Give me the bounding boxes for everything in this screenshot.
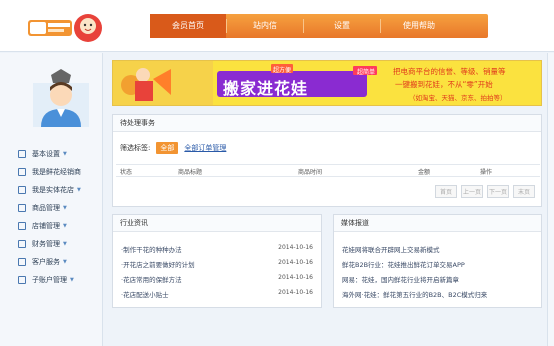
chat-icon — [18, 168, 26, 176]
news-item[interactable]: ·开花店之前要做好的计划 — [121, 259, 195, 270]
sidebar-item-sub-accounts[interactable]: 子账户管理 ▼ — [18, 271, 102, 289]
sidebar-item-finance-management[interactable]: 财务管理 ▼ — [18, 235, 102, 253]
banner-text-line3: （如淘宝、天猫、京东、拍拍等） — [409, 94, 507, 102]
sidebar-item-product-management[interactable]: 商品管理 ▼ — [18, 199, 102, 217]
col-product-time: 商品时间 — [298, 169, 323, 176]
media-item[interactable]: 网易：花娃，国内鲜花行业将开启新篇章 — [342, 274, 459, 285]
nav-settings[interactable]: 设置 — [304, 14, 380, 38]
col-actions: 操作 — [480, 169, 493, 176]
media-item[interactable]: 鲜花B2B行业：花娃推出鲜花订单交易APP — [342, 259, 465, 270]
sidebar-item-physical-store[interactable]: 我是实体花店 ▼ — [18, 181, 102, 199]
news-item-text: ·制作干花的种种办法 — [121, 246, 182, 254]
todo-filter: 筛选标签: 全部 全部订单管理 — [120, 142, 226, 154]
sidebar-item-label: 客户服务 — [32, 258, 60, 266]
pager-next-button[interactable]: 下一页 — [487, 185, 509, 198]
chevron-down-icon: ▼ — [63, 259, 67, 265]
todo-title: 待处理事务 — [113, 115, 541, 132]
chevron-down-icon: ▼ — [63, 241, 67, 247]
sidebar-item-store-management[interactable]: 店铺管理 ▼ — [18, 217, 102, 235]
sidebar-item-label: 基本设置 — [32, 150, 60, 158]
sidebar-item-label: 子账户管理 — [32, 276, 67, 284]
news-item-date: 2014-10-16 — [278, 244, 313, 251]
media-reports-panel: 媒体报道 花娃网将联合开辟网上交易新模式 鲜花B2B行业：花娃推出鲜花订单交易A… — [333, 214, 542, 308]
sidebar-item-flower-dealer[interactable]: 我是鲜花经销商 — [18, 163, 102, 181]
media-item-text: 鲜花B2B行业：花娃推出鲜花订单交易APP — [342, 261, 465, 269]
right-panel-edge — [547, 53, 554, 346]
media-item-text: 花娃网将联合开辟网上交易新模式 — [342, 246, 440, 254]
sidebar-item-label: 财务管理 — [32, 240, 60, 248]
chevron-down-icon: ▼ — [63, 151, 67, 157]
news-item[interactable]: ·制作干花的种种办法 — [121, 244, 182, 255]
user-avatar[interactable] — [33, 69, 89, 127]
sidebar-menu: 基本设置 ▼ 我是鲜花经销商 我是实体花店 ▼ 商品管理 ▼ 店铺管理 ▼ 财务管理 ▼ … — [18, 145, 102, 289]
pager-prev-button[interactable]: 上一页 — [461, 185, 483, 198]
banner-slogan: 搬家进花娃 — [223, 79, 309, 98]
news-item[interactable]: ·花店常用的保鲜方法 — [121, 274, 182, 285]
customer-icon — [18, 258, 26, 266]
sidebar: 基本设置 ▼ 我是鲜花经销商 我是实体花店 ▼ 商品管理 ▼ 店铺管理 ▼ 财务管理 ▼ … — [0, 53, 103, 346]
media-title: 媒体报道 — [334, 215, 541, 232]
chevron-down-icon: ▼ — [70, 277, 74, 283]
filter-label: 筛选标签: — [120, 144, 151, 152]
col-amount: 金额 — [418, 169, 431, 176]
top-bar: 会员首页 站内信 设置 使用帮助 — [0, 0, 554, 52]
news-title: 行业资讯 — [113, 215, 321, 232]
all-orders-link[interactable]: 全部订单管理 — [184, 143, 226, 153]
nav-messages[interactable]: 站内信 — [227, 14, 303, 38]
news-item-date: 2014-10-16 — [278, 274, 313, 281]
col-status: 状态 — [120, 169, 133, 176]
todo-panel: 待处理事务 筛选标签: 全部 全部订单管理 状态 商品标题 商品时间 金额 操作… — [112, 114, 542, 207]
site-logo[interactable] — [26, 10, 104, 46]
news-item-text: ·花店配送小贴士 — [121, 291, 169, 299]
sidebar-item-customer-service[interactable]: 客户服务 ▼ — [18, 253, 102, 271]
store-icon — [18, 222, 26, 230]
chevron-down-icon: ▼ — [63, 205, 67, 211]
media-item-text: 海外网·花娃：鲜花第五行业的B2B、B2C模式归来 — [342, 291, 488, 299]
col-product-title: 商品标题 — [178, 169, 203, 176]
pager-last-button[interactable]: 末页 — [513, 185, 535, 198]
media-item-text: 网易：花娃，国内鲜花行业将开启新篇章 — [342, 276, 459, 284]
todo-table-header: 状态 商品标题 商品时间 金额 操作 — [116, 164, 540, 177]
sidebar-item-label: 商品管理 — [32, 204, 60, 212]
news-item-text: ·开花店之前要做好的计划 — [121, 261, 195, 269]
news-item-text: ·花店常用的保鲜方法 — [121, 276, 182, 284]
chat-icon — [18, 204, 26, 212]
main-nav: 会员首页 站内信 设置 使用帮助 — [150, 14, 488, 38]
banner-hot-tag: 超简单 — [357, 69, 376, 76]
banner-tag: 超方便 — [273, 67, 292, 74]
news-item[interactable]: ·花店配送小贴士 — [121, 289, 169, 300]
pager-first-button[interactable]: 首页 — [435, 185, 457, 198]
chevron-down-icon: ▼ — [77, 187, 81, 193]
banner-text-line2: 一键搬到花娃，不从“零”开始 — [395, 80, 493, 89]
sidebar-item-basic-settings[interactable]: 基本设置 ▼ — [18, 145, 102, 163]
sidebar-item-label: 店铺管理 — [32, 222, 60, 230]
news-item-date: 2014-10-16 — [278, 289, 313, 296]
sidebar-item-label: 我是鲜花经销商 — [32, 168, 81, 176]
news-item-date: 2014-10-16 — [278, 259, 313, 266]
settings-icon — [18, 150, 26, 158]
pager: 首页 上一页 下一页 末页 — [431, 185, 535, 198]
finance-icon — [18, 240, 26, 248]
users-icon — [18, 276, 26, 284]
chat-icon — [18, 186, 26, 194]
chevron-down-icon: ▼ — [63, 223, 67, 229]
sidebar-item-label: 我是实体花店 — [32, 186, 74, 194]
industry-news-panel: 行业资讯 ·制作干花的种种办法 2014-10-16 ·开花店之前要做好的计划 … — [112, 214, 322, 308]
banner-text-line1: 把电商平台的信誉、等级、销量等 — [393, 67, 506, 76]
media-item[interactable]: 海外网·花娃：鲜花第五行业的B2B、B2C模式归来 — [342, 289, 487, 300]
nav-member-home[interactable]: 会员首页 — [150, 14, 226, 38]
filter-all-button[interactable]: 全部 — [156, 142, 179, 154]
media-item[interactable]: 花娃网将联合开辟网上交易新模式 — [342, 244, 440, 255]
nav-help[interactable]: 使用帮助 — [381, 14, 457, 38]
promo-banner[interactable]: 超方便 搬家进花娃 超简单 把电商平台的信誉、等级、销量等 一键搬到花娃，不从“… — [112, 60, 542, 106]
